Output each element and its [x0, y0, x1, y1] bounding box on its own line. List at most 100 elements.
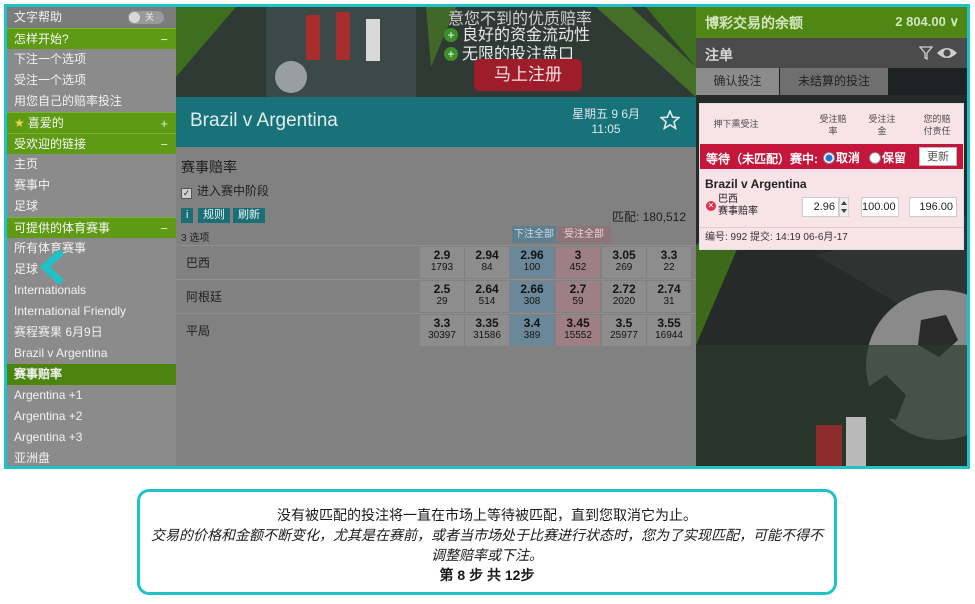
how-start-header[interactable]: 怎样开始? −: [7, 28, 176, 49]
back-price-cell[interactable]: 2.66 308: [510, 281, 554, 312]
sidebar-item-fixtures[interactable]: 赛程赛果 6月9日: [7, 322, 176, 343]
bet-slip-card: 押下熏受注 受注赔率 受注注金 您的赔付责任 等待（未匹配）赛中: 取消 保留 …: [699, 103, 964, 250]
price-size: 308: [523, 296, 541, 307]
text-help-row[interactable]: 文字帮助 关: [7, 7, 176, 28]
popular-links-header[interactable]: 受欢迎的链接 −: [7, 133, 176, 154]
waiting-label: 等待（未匹配）赛中:: [706, 152, 818, 166]
lay-price-cell[interactable]: 3 452: [556, 247, 600, 278]
back-price-cell[interactable]: 2.9 1793: [420, 247, 464, 278]
balance-header: 博彩交易的余额 2 804.00 ∨: [696, 7, 967, 38]
filter-icon[interactable]: [919, 46, 933, 60]
favorites-header[interactable]: ★ 喜爱的 +: [7, 112, 176, 133]
sidebar-item-all-sports[interactable]: 所有体育赛事: [7, 238, 176, 259]
chevron-down-icon[interactable]: ∨: [949, 14, 959, 29]
stake-input[interactable]: 100.00: [861, 197, 899, 217]
back-price-cell[interactable]: 3.3 30397: [420, 315, 464, 346]
collapse-icon[interactable]: −: [160, 218, 168, 239]
collapse-icon[interactable]: −: [160, 134, 168, 155]
waiting-unmatched-bar: 等待（未匹配）赛中: 取消 保留 更新: [700, 144, 963, 169]
info-button[interactable]: i: [181, 208, 194, 223]
tab-unsettled-bets[interactable]: 未结算的投注: [780, 68, 888, 95]
lay-price-cell[interactable]: 3.55 16944: [647, 315, 691, 346]
favorite-star-icon[interactable]: [660, 110, 680, 130]
back-price-cell[interactable]: 3.4 389: [510, 315, 554, 346]
inplay-checkbox-row[interactable]: ✓ 进入赛中阶段: [181, 182, 269, 199]
price-odds: 3.5: [615, 316, 633, 330]
sidebar-item-market-4[interactable]: 亚洲盘: [7, 448, 176, 466]
radio-cancel[interactable]: 取消: [823, 149, 860, 166]
back-price-cell[interactable]: 2.94 84: [465, 247, 509, 278]
lay-all-button[interactable]: 受注全部: [557, 226, 611, 243]
text-help-toggle[interactable]: 关: [128, 11, 164, 24]
balance-amount[interactable]: 2 804.00 ∨: [895, 14, 959, 30]
radio-keep[interactable]: 保留: [869, 149, 906, 166]
back-price-cell[interactable]: 2.64 514: [465, 281, 509, 312]
update-button[interactable]: 更新: [919, 147, 957, 166]
bet-market-name: 赛事赔率: [718, 206, 758, 217]
odds-input[interactable]: 2.96: [802, 197, 839, 217]
lay-price-cell[interactable]: 3.5 25977: [602, 315, 646, 346]
sidebar-item-market-2[interactable]: Argentina +2: [7, 406, 176, 427]
price-odds: 3.3: [433, 316, 451, 330]
left-sidebar: 文字帮助 关 怎样开始? − 下注一个选项 受注一个选项 用您自己的赔率投注 ★…: [7, 7, 176, 466]
popular-links-label: 受欢迎的链接: [14, 137, 87, 151]
tab-confirm-bets[interactable]: 确认投注: [696, 68, 779, 95]
sidebar-item-event[interactable]: Brazil v Argentina: [7, 343, 176, 364]
lay-price-cell[interactable]: 3.45 15552: [556, 315, 600, 346]
event-time: 11:05: [591, 122, 621, 136]
tutorial-caption: 没有被匹配的投注将一直在市场上等待被匹配，直到您取消它为止。 交易的价格和金额不…: [137, 489, 837, 595]
price-size: 15552: [564, 330, 592, 341]
back-price-cell[interactable]: 2.96 100: [510, 247, 554, 278]
banner-graphic: [176, 7, 696, 97]
lay-price-cell[interactable]: 2.72 2020: [602, 281, 646, 312]
sidebar-item-market-3[interactable]: Argentina +3: [7, 427, 176, 448]
sidebar-item-in-play[interactable]: 赛事中: [7, 175, 176, 196]
market-title: 赛事赔率: [181, 159, 237, 175]
price-odds: 2.94: [475, 248, 499, 262]
rules-button[interactable]: 规则: [198, 208, 230, 223]
price-odds: 3.55: [657, 316, 681, 330]
lay-price-cell[interactable]: 3.3 22: [647, 247, 691, 278]
lay-price-cell[interactable]: 2.7 59: [556, 281, 600, 312]
balance-title: 博彩交易的余额: [705, 15, 803, 31]
promo-banner: 意您不到的优质赔率 + 良好的资金流动性 + 无限的投注盘口 马上注册: [176, 7, 696, 97]
odds-stepper-icon[interactable]: [839, 197, 849, 217]
collapse-icon[interactable]: −: [160, 29, 168, 50]
liability-input[interactable]: 196.00: [909, 197, 957, 217]
sidebar-item-internationals[interactable]: Internationals: [7, 280, 176, 301]
back-price-cell[interactable]: 3.35 31586: [465, 315, 509, 346]
available-events-header[interactable]: 可提供的体育赛事 −: [7, 217, 176, 238]
sidebar-item-back-selection[interactable]: 下注一个选项: [7, 49, 176, 70]
register-now-button[interactable]: 马上注册: [474, 59, 582, 91]
price-odds: 2.72: [612, 282, 636, 296]
radio-selected-icon[interactable]: [823, 152, 835, 164]
chevron-left-icon[interactable]: [35, 250, 69, 284]
bet-runner-info: 巴西 赛事赔率: [718, 194, 758, 218]
back-price-cell[interactable]: 2.5 29: [420, 281, 464, 312]
sidebar-item-football-2[interactable]: 足球: [7, 259, 176, 280]
sidebar-item-intl-friendly[interactable]: International Friendly: [7, 301, 176, 322]
sidebar-item-home[interactable]: 主页: [7, 154, 176, 175]
runner-name: 阿根廷: [186, 290, 223, 304]
runner-row: 巴西 2.9 1793 2.94 84 2.96 100 3 452 3.05 269 3.3 22: [176, 245, 696, 278]
price-odds: 3.3: [660, 248, 678, 262]
sidebar-item-football[interactable]: 足球: [7, 196, 176, 217]
radio-empty-icon[interactable]: [869, 152, 881, 164]
expand-icon[interactable]: +: [160, 113, 168, 134]
tutorial-frame: 文字帮助 关 怎样开始? − 下注一个选项 受注一个选项 用您自己的赔率投注 ★…: [4, 4, 970, 469]
refresh-button[interactable]: 刷新: [233, 208, 265, 223]
lay-price-cell[interactable]: 3.05 269: [602, 247, 646, 278]
price-odds: 2.96: [520, 248, 544, 262]
eye-icon[interactable]: [936, 46, 958, 60]
sidebar-item-own-odds[interactable]: 用您自己的赔率投注: [7, 91, 176, 112]
price-size: 31: [663, 296, 675, 307]
remove-bet-icon[interactable]: ✕: [706, 201, 716, 211]
sidebar-item-market-1[interactable]: Argentina +1: [7, 385, 176, 406]
sidebar-item-lay-selection[interactable]: 受注一个选项: [7, 70, 176, 91]
checkbox-checked-icon[interactable]: ✓: [181, 188, 192, 199]
lay-price-cell[interactable]: 2.74 31: [647, 281, 691, 312]
betslip-title: 注单: [705, 47, 733, 63]
sidebar-item-current-market[interactable]: 赛事赔率: [7, 364, 176, 385]
step-indicator: 第 8 步 共 12步: [439, 567, 535, 583]
back-all-button[interactable]: 下注全部: [512, 226, 556, 243]
